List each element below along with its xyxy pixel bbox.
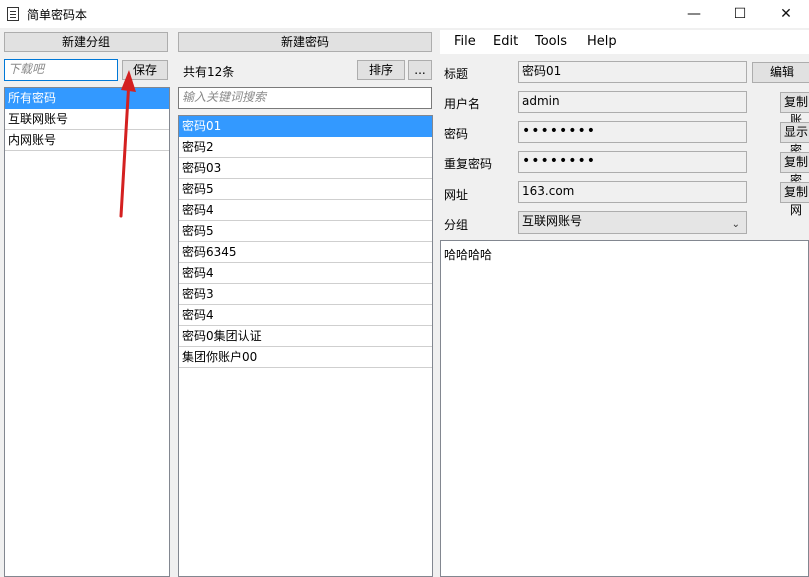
group-item-2[interactable]: 内网账号 bbox=[5, 130, 169, 151]
more-button[interactable]: ... bbox=[408, 60, 432, 80]
username-label: 用户名 bbox=[444, 95, 480, 112]
notebook-icon bbox=[7, 7, 19, 21]
password-item-0[interactable]: 密码01 bbox=[179, 116, 432, 137]
group-item-0[interactable]: 所有密码 bbox=[5, 88, 169, 109]
minimize-button[interactable]: — bbox=[671, 0, 717, 28]
username-field[interactable]: admin bbox=[518, 91, 747, 113]
menu-tools[interactable]: Tools bbox=[535, 34, 567, 49]
password-count: 共有12条 bbox=[183, 63, 234, 80]
url-field[interactable]: 163.com bbox=[518, 181, 747, 203]
new-group-button[interactable]: 新建分组 bbox=[4, 32, 168, 52]
menu-bar: File Edit Tools Help bbox=[440, 30, 809, 54]
edit-button[interactable]: 编辑 bbox=[752, 62, 809, 83]
password-item-6[interactable]: 密码6345 bbox=[179, 242, 432, 263]
group-select-value: 互联网账号 bbox=[522, 214, 582, 228]
new-password-button[interactable]: 新建密码 bbox=[178, 32, 432, 52]
password-item-8[interactable]: 密码3 bbox=[179, 284, 432, 305]
group-select[interactable]: 互联网账号 ⌄ bbox=[518, 211, 747, 234]
title-bar: 简单密码本 — ☐ ✕ bbox=[0, 0, 809, 28]
group-label: 分组 bbox=[444, 216, 468, 233]
chevron-down-icon: ⌄ bbox=[732, 216, 740, 234]
password-item-1[interactable]: 密码2 bbox=[179, 137, 432, 158]
copy-username-button[interactable]: 复制账 bbox=[780, 92, 809, 113]
copy-password-button[interactable]: 复制密 bbox=[780, 152, 809, 173]
password-item-7[interactable]: 密码4 bbox=[179, 263, 432, 284]
notes-textarea[interactable]: 哈哈哈哈 bbox=[440, 240, 809, 577]
sort-button[interactable]: 排序 bbox=[357, 60, 405, 80]
close-button[interactable]: ✕ bbox=[763, 0, 809, 28]
group-name-input[interactable]: 下载吧 bbox=[4, 59, 118, 81]
password-item-3[interactable]: 密码5 bbox=[179, 179, 432, 200]
save-button[interactable]: 保存 bbox=[122, 60, 168, 80]
repeat-password-field[interactable]: •••••••• bbox=[518, 151, 747, 173]
group-list: 所有密码 互联网账号 内网账号 bbox=[4, 87, 170, 577]
group-item-1[interactable]: 互联网账号 bbox=[5, 109, 169, 130]
title-label: 标题 bbox=[444, 65, 468, 82]
menu-file[interactable]: File bbox=[454, 34, 476, 49]
show-password-button[interactable]: 显示密 bbox=[780, 122, 809, 143]
menu-edit[interactable]: Edit bbox=[493, 34, 518, 49]
password-item-5[interactable]: 密码5 bbox=[179, 221, 432, 242]
menu-help[interactable]: Help bbox=[587, 34, 617, 49]
url-label: 网址 bbox=[444, 186, 468, 203]
password-item-10[interactable]: 密码0集团认证 bbox=[179, 326, 432, 347]
title-field[interactable]: 密码01 bbox=[518, 61, 747, 83]
search-input[interactable]: 输入关键词搜索 bbox=[178, 87, 432, 109]
maximize-button[interactable]: ☐ bbox=[717, 0, 763, 28]
window-title: 简单密码本 bbox=[27, 6, 87, 23]
password-item-4[interactable]: 密码4 bbox=[179, 200, 432, 221]
password-item-2[interactable]: 密码03 bbox=[179, 158, 432, 179]
password-field[interactable]: •••••••• bbox=[518, 121, 747, 143]
password-item-11[interactable]: 集团你账户00 bbox=[179, 347, 432, 368]
copy-url-button[interactable]: 复制网 bbox=[780, 182, 809, 203]
repeat-password-label: 重复密码 bbox=[444, 155, 492, 172]
password-list: 密码01 密码2 密码03 密码5 密码4 密码5 密码6345 密码4 密码3… bbox=[178, 115, 433, 577]
password-item-9[interactable]: 密码4 bbox=[179, 305, 432, 326]
password-label: 密码 bbox=[444, 125, 468, 142]
